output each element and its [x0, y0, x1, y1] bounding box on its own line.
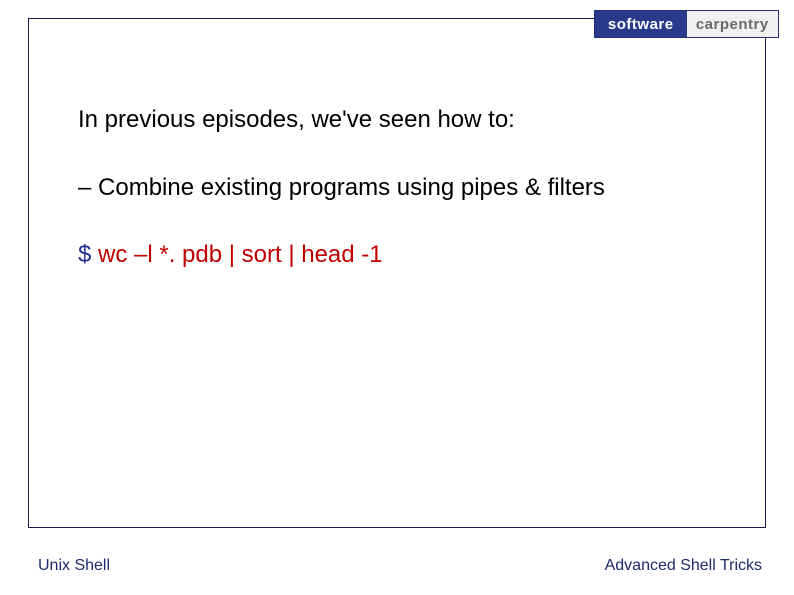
footer-right: Advanced Shell Tricks [605, 557, 762, 575]
shell-command: wc –l *. pdb | sort | head -1 [98, 241, 383, 268]
bullet-line: – Combine existing programs using pipes … [78, 173, 718, 203]
logo-left-text: software [608, 16, 674, 33]
logo: software carpentry [594, 10, 779, 38]
logo-right: carpentry [687, 11, 779, 37]
slide: software carpentry In previous episodes,… [0, 0, 794, 595]
intro-line: In previous episodes, we've seen how to: [78, 105, 718, 135]
slide-border [28, 18, 766, 528]
logo-left: software [595, 11, 687, 37]
command-line: $ wc –l *. pdb | sort | head -1 [78, 241, 718, 269]
logo-right-text: carpentry [696, 16, 769, 33]
shell-prompt: $ [78, 241, 98, 268]
footer-left: Unix Shell [38, 557, 110, 575]
slide-content: In previous episodes, we've seen how to:… [78, 105, 718, 269]
